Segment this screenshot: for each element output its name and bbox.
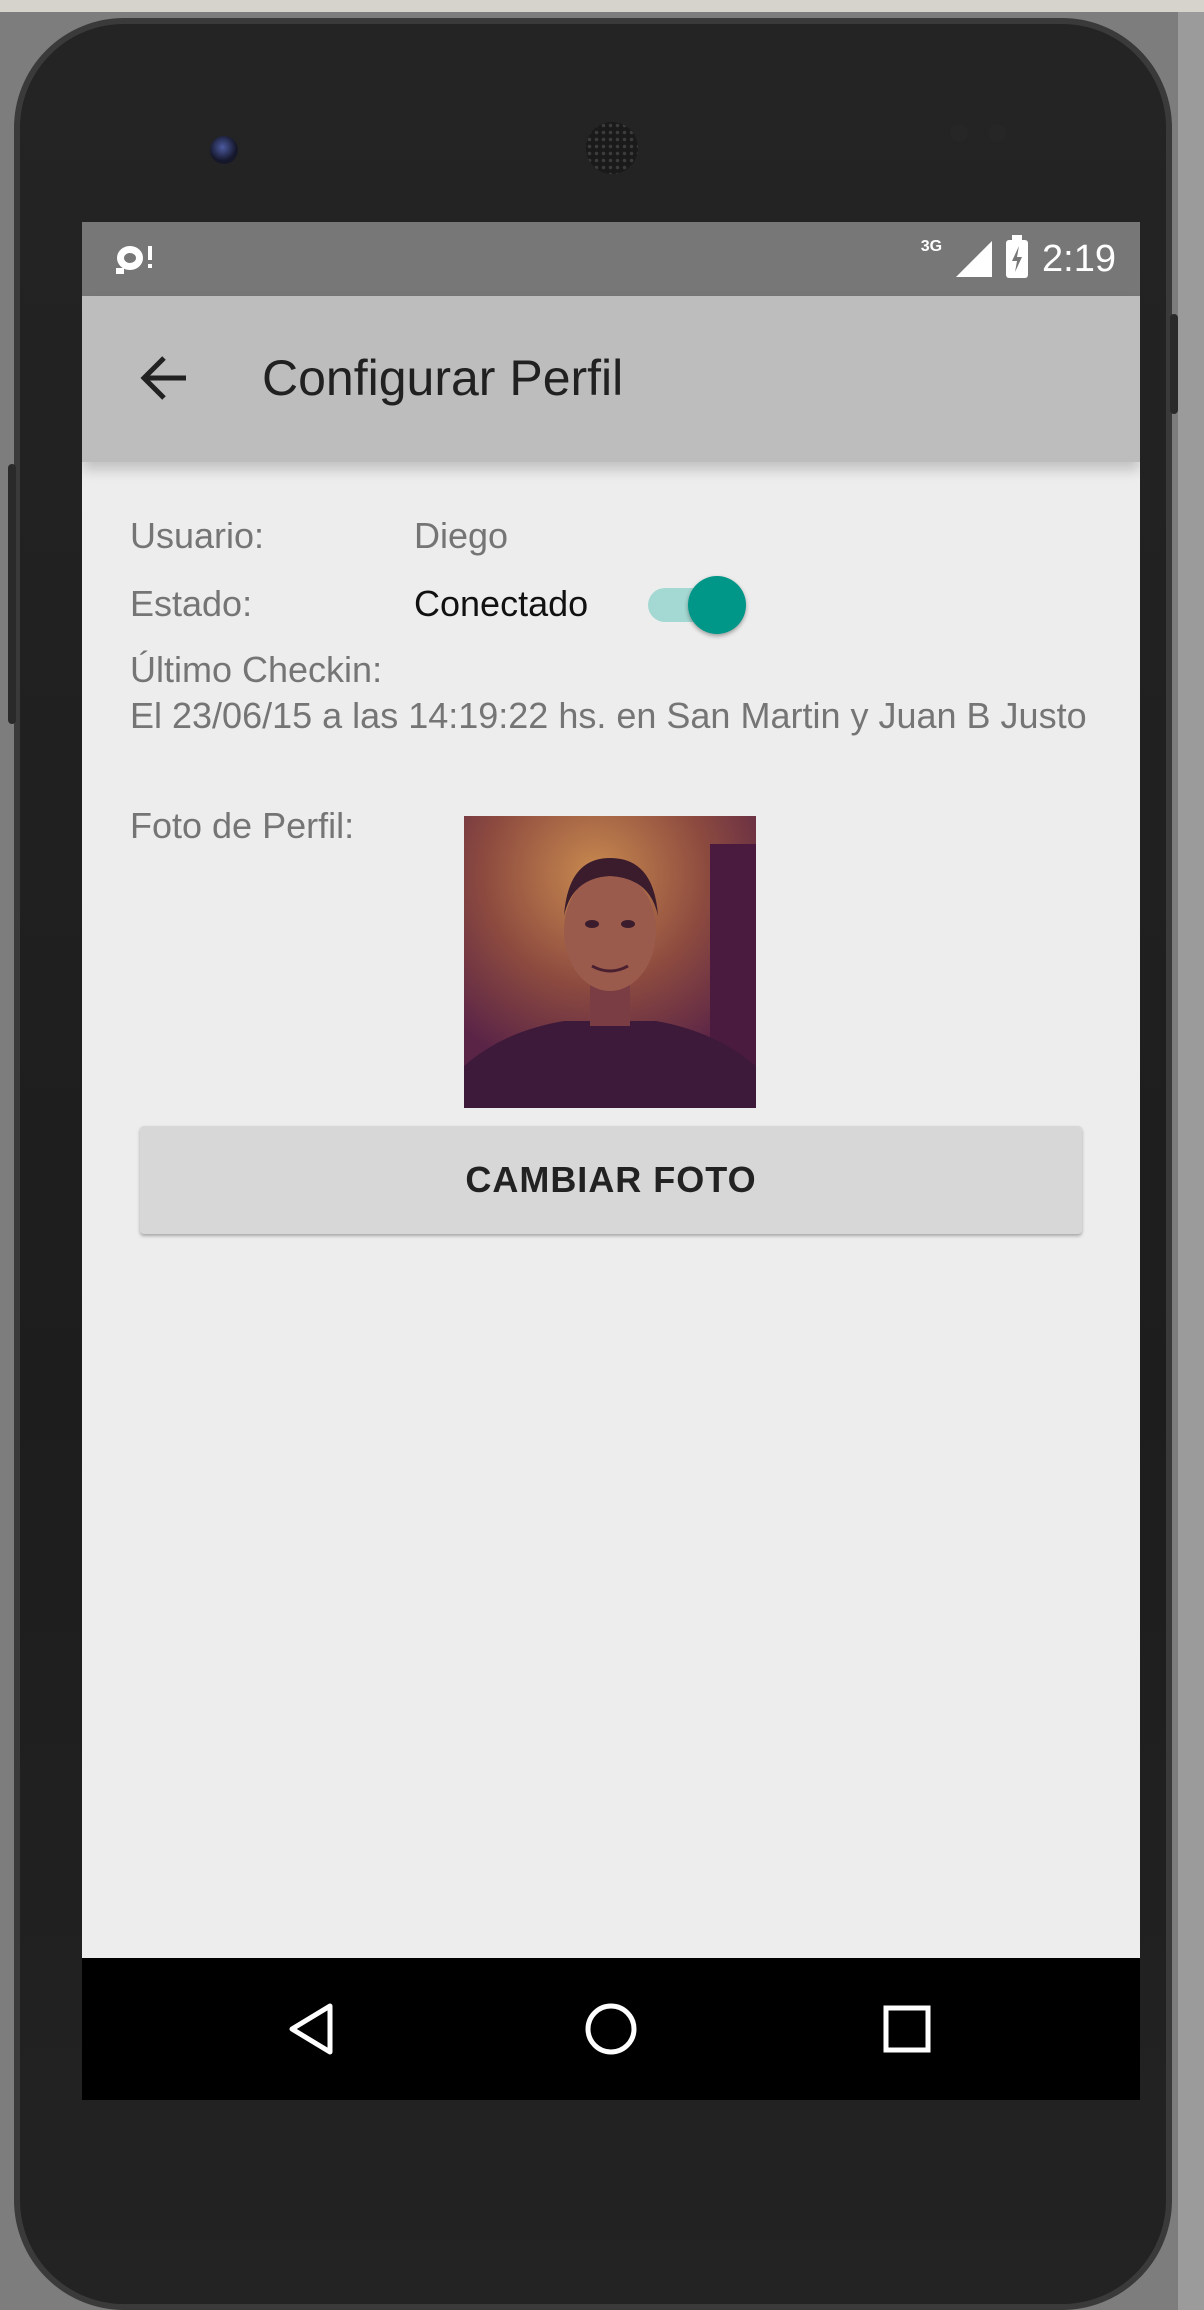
debug-notification-icon [112,240,158,286]
front-camera [210,136,238,164]
volume-button [8,464,16,724]
last-checkin-label: Último Checkin: [130,649,383,690]
state-value: Conectado [414,583,589,624]
app-screen: 3G 2:19 Configurar Perfil Usuario: Diego… [82,222,1140,2100]
switch-thumb [688,576,746,634]
user-value: Diego [414,515,509,556]
navigation-bar [82,1958,1140,2100]
circle-home-icon[interactable] [580,1998,642,2060]
cell-signal-icon [956,241,993,277]
window-top-edge [0,0,1204,12]
light-sensor [988,124,1006,142]
square-recents-icon[interactable] [876,1998,938,2060]
phone-frame: 3G 2:19 Configurar Perfil Usuario: Diego… [8,18,1178,2310]
triangle-back-icon[interactable] [282,1998,344,2060]
profile-photo [464,816,756,1108]
window-right-edge [1178,12,1204,2310]
change-photo-button[interactable]: CAMBIAR FOTO [140,1126,1082,1234]
proximity-sensor [950,124,968,142]
earpiece-speaker [586,122,638,174]
network-type-label: 3G [920,238,943,255]
connected-toggle-switch[interactable] [640,572,746,634]
power-button [1170,314,1178,414]
status-bar: 3G 2:19 [82,222,1140,296]
page-title: Configurar Perfil [262,350,624,406]
state-label: Estado: [130,583,253,624]
app-toolbar: Configurar Perfil [82,296,1140,462]
arrow-back-icon[interactable] [134,348,194,408]
profile-photo-label: Foto de Perfil: [130,805,355,846]
last-checkin-value: El 23/06/15 a las 14:19:22 hs. en San Ma… [130,695,1087,736]
battery-charging-icon [1006,235,1029,278]
clock-time: 2:19 [1042,237,1116,280]
status-indicators: 3G 2:19 [921,234,1116,284]
user-label: Usuario: [130,515,265,556]
